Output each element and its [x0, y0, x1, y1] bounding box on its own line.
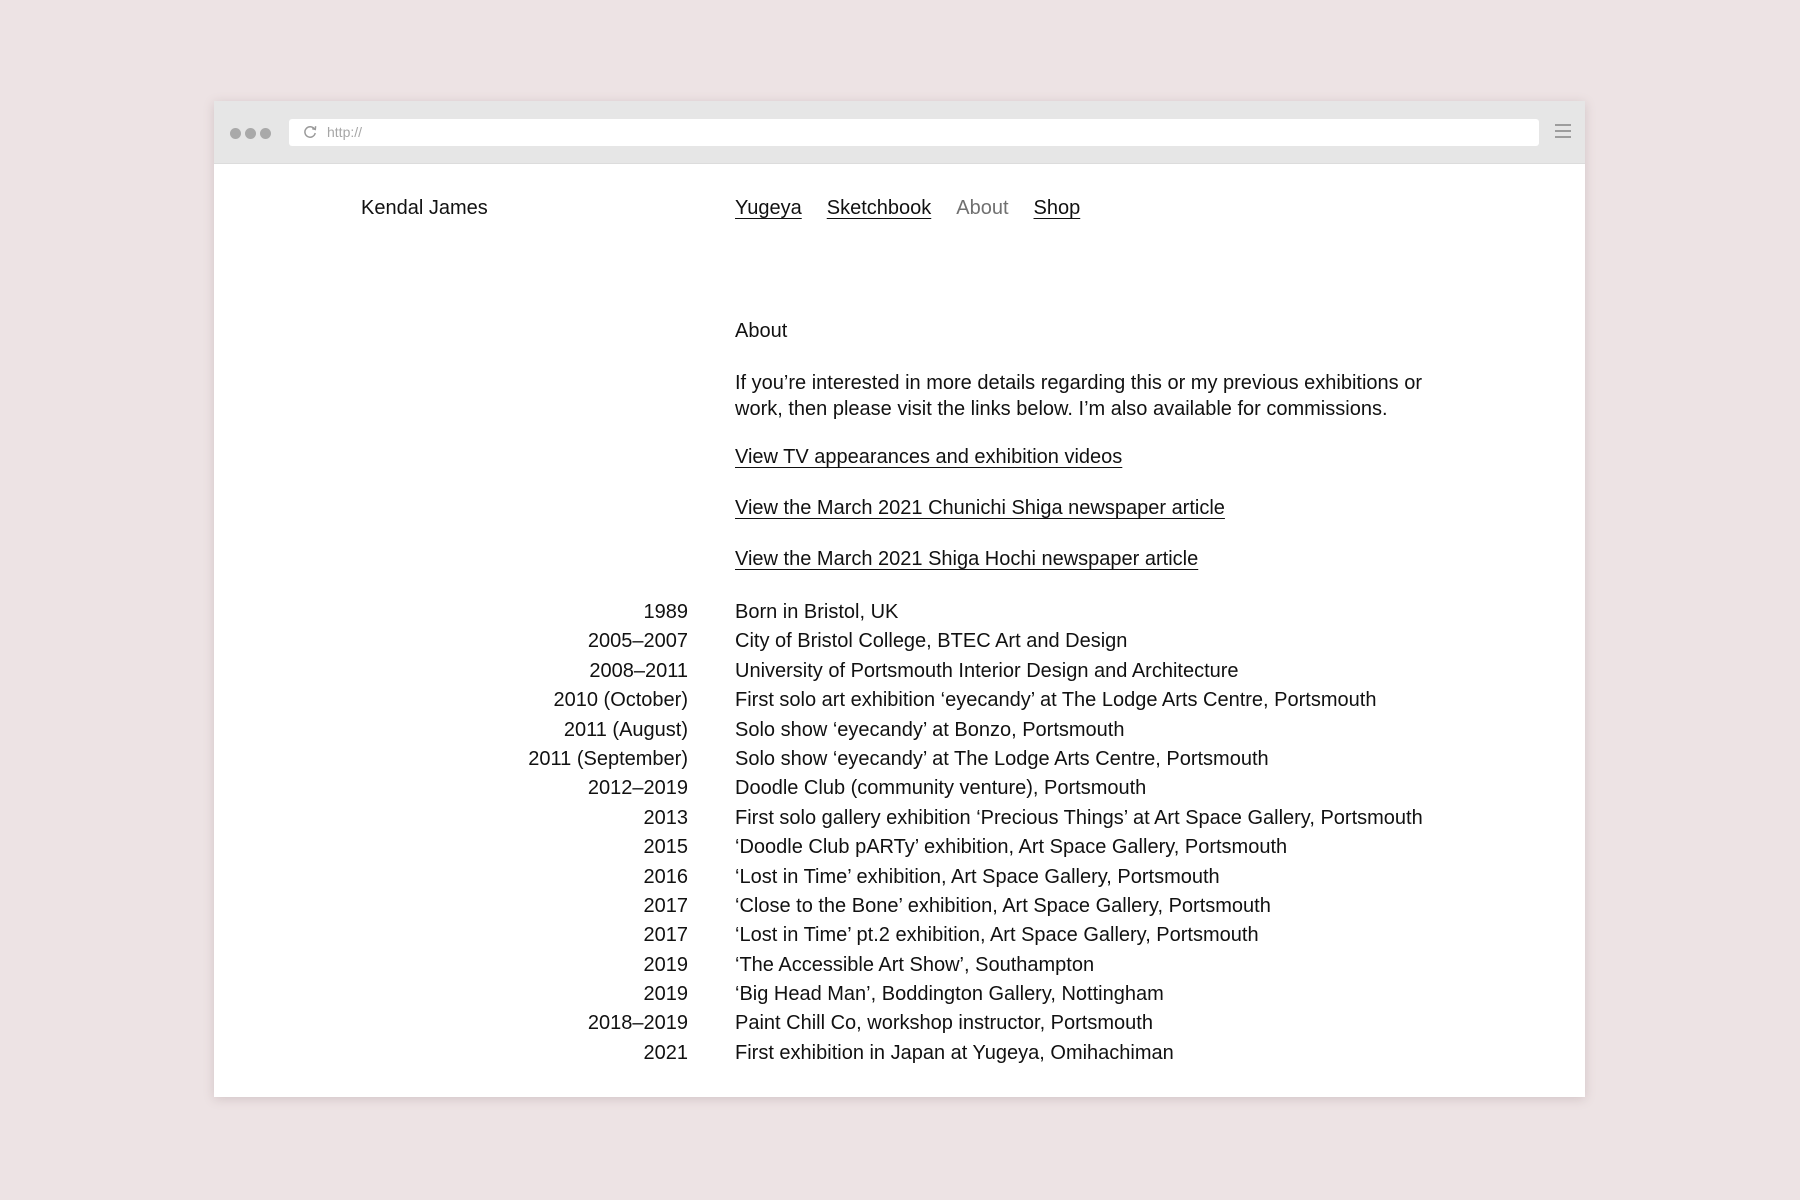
timeline-row: 2015 ‘Doodle Club pARTy’ exhibition, Art …	[428, 833, 1423, 862]
nav-link-yugeya[interactable]: Yugeya	[735, 197, 802, 220]
timeline-event: City of Bristol College, BTEC Art and De…	[735, 630, 1128, 653]
timeline-row: 2010 (October) First solo art exhibition …	[428, 686, 1423, 715]
timeline-row: 2005–2007 City of Bristol College, BTEC A…	[428, 627, 1423, 656]
timeline-year: 2010 (October)	[553, 689, 688, 712]
timeline-year: 2021	[643, 1041, 689, 1064]
tv-appearances-link[interactable]: View TV appearances and exhibition video…	[735, 446, 1225, 497]
url-text[interactable]: http://	[327, 119, 362, 146]
timeline-row: 2011 (September) Solo show ‘eyecandy’ at …	[428, 745, 1423, 774]
timeline-event: First solo gallery exhibition ‘Precious …	[735, 806, 1423, 829]
timeline-row: 2017 ‘Lost in Time’ pt.2 exhibition, Art …	[428, 921, 1423, 950]
timeline-row: 2018–2019 Paint Chill Co, workshop instru…	[428, 1009, 1423, 1038]
timeline-row: 2008–2011 University of Portsmouth Interi…	[428, 657, 1423, 686]
address-bar[interactable]: http://	[289, 119, 1539, 146]
timeline-row: 2013 First solo gallery exhibition ‘Preci…	[428, 804, 1423, 833]
window-controls	[230, 126, 275, 139]
timeline-year: 2013	[643, 806, 689, 829]
timeline-event: ‘Close to the Bone’ exhibition, Art Spac…	[735, 894, 1271, 917]
window-dot[interactable]	[260, 128, 271, 139]
timeline-year: 2012–2019	[587, 777, 688, 800]
timeline-event: First solo art exhibition ‘eyecandy’ at …	[735, 689, 1377, 712]
timeline: 1989 Born in Bristol, UK 2005–2007 City of…	[428, 598, 1423, 1068]
timeline-event: ‘Big Head Man’, Boddington Gallery, Nott…	[735, 983, 1164, 1006]
timeline-event: Solo show ‘eyecandy’ at The Lodge Arts C…	[735, 747, 1269, 770]
timeline-year: 2017	[643, 924, 689, 947]
timeline-year: 2011 (September)	[528, 747, 688, 770]
about-links: View TV appearances and exhibition video…	[735, 446, 1225, 599]
chunichi-article-link[interactable]: View the March 2021 Chunichi Shiga newsp…	[735, 497, 1225, 548]
timeline-row: 2019 ‘The Accessible Art Show’, Southampt…	[428, 951, 1423, 980]
timeline-row: 2017 ‘Close to the Bone’ exhibition, Art …	[428, 892, 1423, 921]
timeline-row: 2021 First exhibition in Japan at Yugeya,…	[428, 1039, 1423, 1068]
browser-toolbar: http://	[214, 101, 1585, 164]
timeline-row: 2019 ‘Big Head Man’, Boddington Gallery, …	[428, 980, 1423, 1009]
timeline-event: ‘Doodle Club pARTy’ exhibition, Art Spac…	[735, 836, 1288, 859]
intro-paragraph: If you’re interested in more details reg…	[735, 372, 1422, 420]
main-nav: Yugeya Sketchbook About Shop	[735, 197, 1105, 220]
window-dot[interactable]	[230, 128, 241, 139]
timeline-year: 2015	[643, 836, 689, 859]
timeline-year: 2018–2019	[587, 1012, 688, 1035]
menu-icon[interactable]	[1555, 124, 1571, 140]
timeline-row: 1989 Born in Bristol, UK	[428, 598, 1423, 627]
nav-link-about[interactable]: About	[956, 197, 1008, 220]
timeline-year: 1989	[643, 601, 689, 623]
page-heading: About	[735, 320, 788, 342]
timeline-event: Doodle Club (community venture), Portsmo…	[735, 777, 1147, 800]
timeline-event: ‘The Accessible Art Show’, Southampton	[735, 953, 1095, 976]
timeline-year: 2019	[643, 953, 689, 976]
timeline-year: 2011 (August)	[563, 718, 688, 741]
timeline-year: 2005–2007	[587, 630, 688, 653]
timeline-year: 2019	[643, 983, 689, 1006]
timeline-row: 2012–2019 Doodle Club (community venture)…	[428, 774, 1423, 803]
timeline-year: 2016	[643, 865, 689, 888]
nav-link-sketchbook[interactable]: Sketchbook	[827, 197, 932, 220]
timeline-event: University of Portsmouth Interior Design…	[735, 659, 1239, 682]
timeline-event: Paint Chill Co, workshop instructor, Por…	[735, 1012, 1153, 1035]
timeline-event: Born in Bristol, UK	[735, 601, 899, 623]
timeline-year: 2017	[643, 894, 689, 917]
reload-icon[interactable]	[302, 124, 318, 140]
site-title[interactable]: Kendal James	[361, 197, 488, 220]
window-dot[interactable]	[245, 128, 256, 139]
timeline-event: Solo show ‘eyecandy’ at Bonzo, Portsmout…	[735, 718, 1125, 741]
timeline-event: ‘Lost in Time’ pt.2 exhibition, Art Spac…	[735, 924, 1259, 947]
timeline-row: 2016 ‘Lost in Time’ exhibition, Art Space…	[428, 863, 1423, 892]
timeline-event: First exhibition in Japan at Yugeya, Omi…	[735, 1041, 1174, 1064]
timeline-year: 2008–2011	[589, 659, 688, 682]
timeline-row: 2011 (August) Solo show ‘eyecandy’ at Bon…	[428, 716, 1423, 745]
nav-link-shop[interactable]: Shop	[1034, 197, 1081, 220]
hochi-article-link[interactable]: View the March 2021 Shiga Hochi newspape…	[735, 548, 1225, 599]
timeline-event: ‘Lost in Time’ exhibition, Art Space Gal…	[735, 865, 1220, 888]
browser-window: http:// Kendal James Yugeya Sketchbook Abo…	[214, 101, 1585, 1097]
